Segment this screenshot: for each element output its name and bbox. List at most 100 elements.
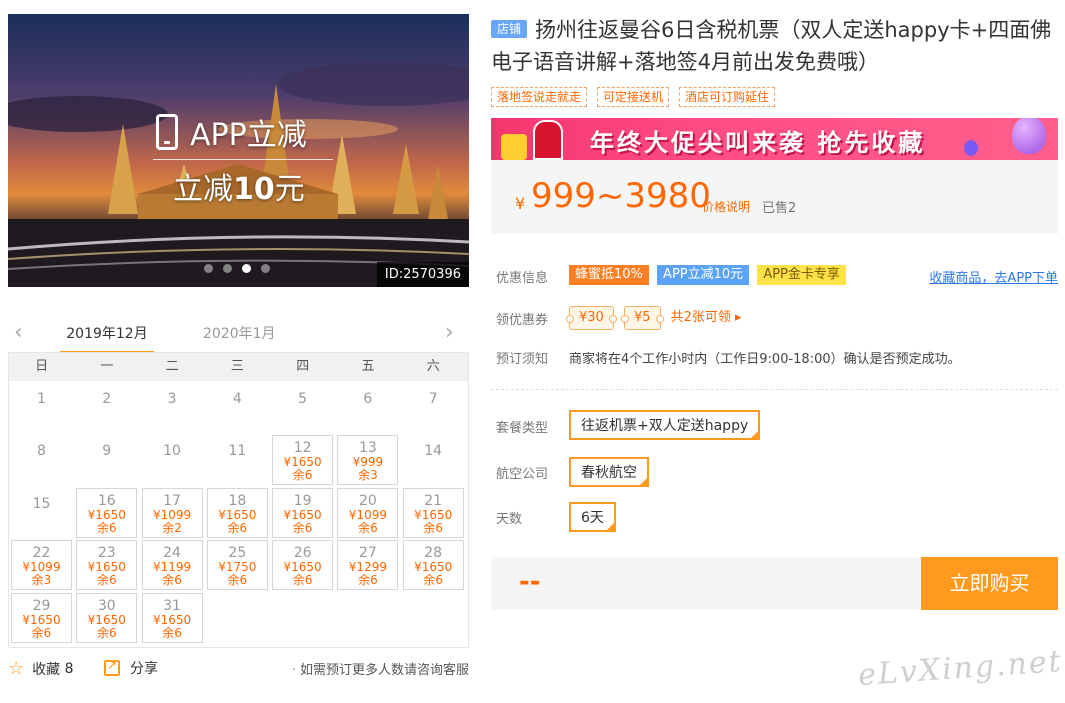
calendar-day-available[interactable]: 16 ¥1650 余6 (76, 487, 138, 538)
tab-month-current[interactable]: 2019年12月 (60, 323, 154, 353)
day-price: ¥1650 (152, 612, 192, 627)
calendar-day-available[interactable]: 17 ¥1099 余2 (141, 487, 203, 538)
notice-row: 预订须知 商家将在4个工作小时内（工作日9:00-18:00）确认是否预定成功。 (491, 347, 1058, 367)
calendar-day-available[interactable]: 24 ¥1199 余6 (141, 540, 203, 591)
offer-badge-goldcard: APP金卡专享 (757, 265, 846, 285)
carousel-dot[interactable] (204, 264, 213, 273)
day-number: 5 (298, 391, 308, 407)
carousel-dots[interactable] (204, 264, 270, 273)
days-option[interactable]: 6天 (569, 502, 616, 532)
feature-tag: 落地签说走就走 (491, 87, 588, 107)
calendar-day-available[interactable]: 31 ¥1650 余6 (141, 592, 203, 643)
next-month-chevron-icon[interactable]: › (445, 322, 463, 344)
sold-count: 已售2 (762, 201, 797, 216)
day-price: ¥1650 (414, 507, 453, 522)
day-number: 16 (97, 492, 116, 509)
day-number: 1 (37, 391, 46, 407)
airline-option[interactable]: 春秋航空 (569, 457, 649, 487)
product-hero-image[interactable]: APP立减 立减10元 ID:2570396 (8, 14, 469, 287)
calendar-day-available[interactable]: 25 ¥1750 余6 (206, 540, 268, 591)
day-number: 21 (424, 492, 443, 509)
share-button[interactable]: 分享 (104, 658, 158, 678)
calendar-day-available[interactable]: 26 ¥1650 余6 (272, 540, 334, 591)
calendar-day-available[interactable]: 19 ¥1650 余6 (272, 487, 334, 538)
calendar-day-available[interactable]: 21 ¥1650 余6 (402, 487, 464, 538)
day-stock: 余6 (292, 468, 313, 483)
carousel-dot[interactable] (261, 264, 270, 273)
weekday-label: 一 (100, 359, 114, 374)
offer-badge-honey: 蜂蜜抵10% (569, 265, 649, 285)
carousel-dot[interactable] (242, 264, 251, 273)
day-number: 31 (163, 597, 181, 614)
day-stock: 余6 (423, 573, 443, 588)
feature-tag: 可定接送机 (597, 87, 670, 107)
day-number: 28 (424, 545, 443, 562)
hot-air-balloon-icon (1012, 118, 1046, 154)
weekday-label: 三 (230, 359, 244, 374)
day-number: 15 (32, 495, 51, 512)
day-stock: 余3 (31, 573, 52, 588)
day-number: 19 (293, 492, 312, 509)
coupons-row: 领优惠券 ¥30 ¥5 共2张可领 ▸ (491, 306, 1058, 332)
offers-row: 优惠信息 蜂蜜抵10% APP立减10元 APP金卡专享 收藏商品，去APP下单 (491, 264, 1058, 288)
day-price: ¥1099 (152, 507, 192, 522)
package-row: 套餐类型 往返机票+双人定送happy (491, 410, 1058, 442)
day-number: 30 (97, 597, 116, 614)
weekday-label: 日 (35, 359, 49, 374)
carousel-dot[interactable] (223, 264, 232, 273)
tab-month-next[interactable]: 2020年1月 (203, 323, 276, 343)
day-stock: 余6 (96, 573, 117, 588)
price-explain-link[interactable]: 价格说明 (702, 198, 750, 215)
coupon-30[interactable]: ¥30 (566, 306, 617, 330)
share-icon (104, 658, 120, 676)
calendar-day-available[interactable]: 23 ¥1650 余6 (76, 540, 138, 591)
day-number: 6 (363, 391, 373, 407)
site-watermark: eLvXing.net (857, 643, 1064, 694)
day-number: 3 (167, 391, 177, 407)
phone-booth-icon (533, 120, 563, 160)
calendar-day: 1 (11, 383, 72, 433)
day-price: ¥1650 (218, 507, 257, 522)
calendar-day-available[interactable]: 22 ¥1099 余3 (11, 540, 72, 591)
get-coupons-link[interactable]: 共2张可领 ▸ (671, 310, 742, 325)
calendar-day-available[interactable]: 13 ¥999 余3 (337, 435, 399, 486)
calendar-day-available[interactable]: 18 ¥1650 余6 (206, 487, 268, 538)
day-number: 4 (232, 391, 242, 407)
feature-tag: 酒店可订购延住 (679, 87, 776, 107)
coupon-5[interactable]: ¥5 (621, 306, 664, 330)
day-price: ¥1650 (87, 612, 126, 627)
calendar-day: 11 (207, 435, 268, 485)
day-stock: 余6 (162, 625, 182, 640)
calendar-day-available[interactable]: 28 ¥1650 余6 (402, 540, 464, 591)
left-footer: ☆ 收藏 8 分享 如需预订更多人数请咨询客服 (8, 656, 469, 680)
favorite-button[interactable]: ☆ 收藏 8 (8, 658, 74, 679)
day-number: 12 (293, 440, 312, 457)
app-discount-line: APP立减 (156, 110, 307, 154)
calendar-day-available[interactable]: 30 ¥1650 余6 (76, 592, 138, 643)
calendar-day: 5 (272, 383, 333, 433)
calendar-day: 4 (207, 383, 268, 433)
minus-amount: 10 (233, 172, 275, 207)
day-number: 23 (97, 545, 116, 562)
price-currency: ¥ (515, 194, 526, 213)
package-option[interactable]: 往返机票+双人定送happy (569, 410, 761, 440)
day-stock: 余2 (162, 520, 182, 535)
favorite-count: 8 (64, 660, 74, 677)
feature-tags: 落地签说走就走 可定接送机 酒店可订购延住 (491, 87, 776, 107)
airline-row: 航空公司 春秋航空 (491, 457, 1058, 489)
prev-month-chevron-icon[interactable]: ‹ (14, 322, 32, 344)
hero-minus-line: 立减10元 (173, 164, 305, 208)
day-number: 18 (228, 492, 247, 509)
calendar-day-available[interactable]: 20 ¥1099 余6 (337, 487, 399, 538)
shop-badge[interactable]: 店铺 (491, 20, 528, 38)
buy-now-button[interactable]: 立即购买 (921, 557, 1058, 610)
promo-banner[interactable]: 年终大促尖叫来袭 抢先收藏 (491, 118, 1058, 160)
calendar-day-available[interactable]: 27 ¥1299 余6 (337, 540, 399, 591)
collect-app-link[interactable]: 收藏商品，去APP下单 (929, 267, 1058, 286)
calendar-day: 6 (337, 383, 398, 433)
calendar-day-available[interactable]: 29 ¥1650 余6 (11, 592, 72, 643)
calendar-day: 3 (142, 383, 203, 433)
calendar-day-available[interactable]: 12 ¥1650 余6 (272, 435, 334, 486)
calendar-day: 7 (403, 383, 464, 433)
day-stock: 余3 (358, 468, 378, 483)
